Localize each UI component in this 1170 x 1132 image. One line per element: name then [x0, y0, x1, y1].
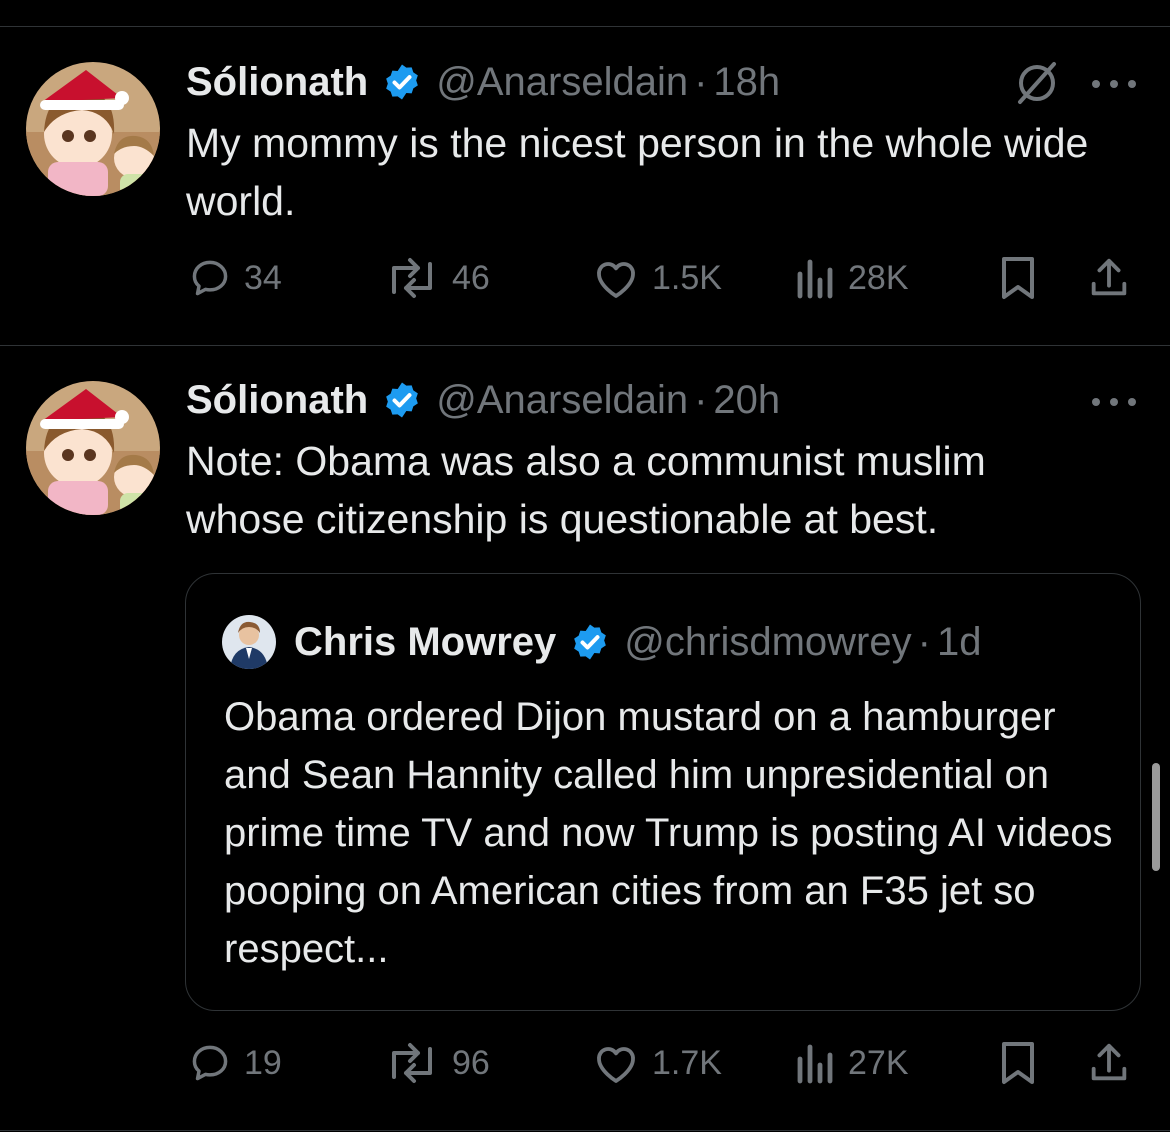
share-icon	[1091, 1043, 1127, 1081]
bookmark-icon	[1002, 1042, 1034, 1084]
more-icon[interactable]	[1092, 74, 1136, 94]
separator-dot: ·	[694, 59, 708, 104]
share-button[interactable]	[1086, 253, 1132, 303]
quoted-tweet[interactable]: Chris Mowrey @chrisdmowrey · 1d Obama or…	[185, 573, 1141, 1011]
author-name[interactable]: Sólionath	[186, 378, 368, 423]
quote-author-handle[interactable]: @chrisdmowrey	[624, 620, 911, 665]
like-button[interactable]: 1.7K	[592, 1038, 722, 1088]
tweet-header: Sólionath @Anarseldain · 18h	[186, 54, 780, 110]
tweet-actions: 34 46 1.5K 28K	[186, 253, 1146, 303]
more-icon[interactable]	[1092, 392, 1136, 412]
author-handle[interactable]: @Anarseldain	[436, 60, 688, 105]
verified-badge-icon	[382, 380, 422, 420]
tweet-time[interactable]: 18h	[713, 60, 780, 105]
repost-count: 46	[452, 258, 490, 297]
tweet-text: Note: Obama was also a communist muslim …	[186, 438, 986, 542]
separator-dot: ·	[694, 377, 708, 422]
reply-count: 34	[244, 258, 282, 297]
quote-time[interactable]: 1d	[937, 620, 982, 665]
tweet-1[interactable]: Sólionath @Anarseldain · 18h My mommy is…	[0, 0, 1170, 345]
author-name[interactable]: Sólionath	[186, 60, 368, 105]
repost-button[interactable]: 96	[384, 1038, 490, 1088]
repost-icon	[392, 1043, 432, 1083]
bookmark-button[interactable]	[1000, 253, 1036, 303]
share-icon	[1091, 258, 1127, 296]
repost-count: 96	[452, 1043, 490, 1082]
tweet-actions: 19 96 1.7K 27K	[186, 1038, 1146, 1088]
reply-button[interactable]: 34	[188, 253, 282, 303]
tweet-2[interactable]: Sólionath @Anarseldain · 20h Note: Obama…	[0, 346, 1170, 1132]
separator-dot: ·	[917, 619, 931, 664]
quote-header: Chris Mowrey @chrisdmowrey · 1d	[222, 614, 981, 670]
like-icon	[597, 262, 635, 298]
repost-icon	[392, 258, 432, 298]
views-icon	[797, 259, 833, 299]
bottom-divider	[0, 1130, 1170, 1131]
avatar[interactable]	[26, 62, 160, 196]
verified-badge-icon	[570, 622, 610, 662]
quote-avatar[interactable]	[222, 615, 276, 669]
quote-author-name[interactable]: Chris Mowrey	[294, 620, 556, 665]
share-button[interactable]	[1086, 1038, 1132, 1088]
like-button[interactable]: 1.5K	[592, 253, 722, 303]
quote-text: Obama ordered Dijon mustard on a hamburg…	[224, 695, 1113, 971]
grok-icon[interactable]	[1014, 60, 1060, 106]
reply-count: 19	[244, 1043, 282, 1082]
reply-icon	[192, 1045, 228, 1081]
scrollbar[interactable]	[1152, 763, 1160, 871]
views-count: 27K	[848, 1043, 909, 1082]
repost-button[interactable]: 46	[384, 253, 490, 303]
reply-button[interactable]: 19	[188, 1038, 282, 1088]
bookmark-icon	[1002, 257, 1034, 299]
author-handle[interactable]: @Anarseldain	[436, 378, 688, 423]
views-count: 28K	[848, 258, 909, 297]
like-icon	[597, 1047, 635, 1083]
tweet-text: My mommy is the nicest person in the who…	[186, 120, 1089, 224]
like-count: 1.7K	[652, 1043, 722, 1082]
reply-icon	[192, 260, 228, 296]
views-button[interactable]: 28K	[796, 253, 909, 303]
bookmark-button[interactable]	[1000, 1038, 1036, 1088]
tweet-time[interactable]: 20h	[713, 378, 780, 423]
views-icon	[797, 1044, 833, 1084]
avatar[interactable]	[26, 381, 160, 515]
verified-badge-icon	[382, 62, 422, 102]
like-count: 1.5K	[652, 258, 722, 297]
tweet-header: Sólionath @Anarseldain · 20h	[186, 372, 780, 428]
views-button[interactable]: 27K	[796, 1038, 909, 1088]
